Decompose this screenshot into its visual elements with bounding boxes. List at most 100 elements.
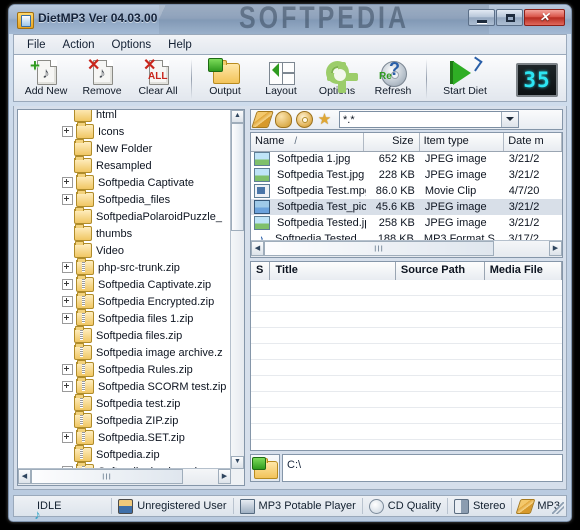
zip-icon [76,377,94,394]
tree-item-label: Softpedia files.zip [96,329,183,342]
tree-scroll-right-button[interactable]: ▶ [218,469,231,484]
toolbar-start-diet[interactable]: Start Diet [432,56,498,101]
job-grid-column-header[interactable]: Media File [485,262,562,280]
menu-options[interactable]: Options [105,37,159,53]
job-grid-body[interactable] [251,280,562,450]
file-list-row[interactable]: Softpedia Test_pic... 45.6 KB JPEG image 3/… [251,199,562,215]
tree-item[interactable]: Softpedia.SET.zip [18,428,231,446]
file-list-hscroll-thumb[interactable]: III [264,241,494,256]
maximize-button[interactable] [496,9,523,26]
softpedia-watermark: SOFTPEDIA [159,5,489,34]
file-size-cell: 258 KB [378,217,415,229]
job-grid-header[interactable]: S Title Source Path Media File [251,262,562,281]
expand-plus-icon[interactable] [62,364,73,375]
file-date-cell: 3/21/2 [508,169,540,181]
expand-plus-icon[interactable] [62,279,73,290]
menu-action[interactable]: Action [56,37,102,53]
tree-scroll-thumb[interactable] [231,123,244,231]
tree-item[interactable]: Softpedia files.zip [18,326,231,344]
file-list-rows[interactable]: Softpedia 1.jpg 652 KB JPEG image 3/21/2 Sof… [251,151,562,241]
file-list-scroll-left-button[interactable]: ◀ [251,241,264,256]
toolbar-output[interactable]: Output [197,58,253,101]
tree-item[interactable]: Softpedia Encrypted.zip [18,292,231,310]
minimize-button[interactable] [468,9,495,26]
tree-item[interactable]: Softpedia_files [18,190,231,208]
chevron-down-icon[interactable] [501,112,518,127]
tree-hscroll-thumb[interactable]: III [31,469,183,484]
expand-plus-icon[interactable] [62,126,73,137]
job-grid-column-header[interactable]: Title [270,262,396,280]
close-button[interactable]: ✕ [524,9,565,26]
tree-item[interactable]: Softpedia ZIP.zip [18,411,231,429]
toolbar-add-new[interactable]: ♪ + Add New [18,57,74,101]
file-type-cell: JPEG image [424,201,487,213]
job-grid-column-header[interactable]: Source Path [396,262,485,280]
tree-horizontal-scrollbar[interactable]: ◀ III ▶ [18,468,231,485]
zip-icon [76,309,94,326]
job-grid-column-header[interactable]: S [251,262,271,280]
menu-help[interactable]: Help [161,37,199,53]
tree-item[interactable]: Resampled [18,156,231,174]
tree-item[interactable]: php-src-trunk.zip [18,258,231,276]
file-list-column-header[interactable]: Size [364,133,420,151]
tree-item-label: New Folder [96,142,153,155]
folder-tree[interactable]: html Icons New Folder Resampled Softpedia Ca… [18,110,231,469]
tree-item[interactable]: New Folder [18,139,231,157]
tree-scroll-left-button[interactable]: ◀ [18,469,31,484]
file-list-row[interactable]: Softpedia Tested.jpg 258 KB JPEG image 3/21… [251,215,562,231]
expand-plus-icon[interactable] [62,177,73,188]
file-list-scroll-right-button[interactable]: ▶ [549,241,562,256]
tree-item[interactable]: thumbs [18,224,231,242]
file-list-column-header[interactable]: Item type [420,133,505,151]
tree-item[interactable]: Softpedia Captivate.zip [18,275,231,293]
file-list-column-header[interactable]: Name / [251,133,365,151]
tree-item[interactable]: Softpedia.zip [18,445,231,463]
tree-item[interactable]: Softpedia test.zip [18,394,231,412]
file-filter-combo[interactable]: *.* [339,111,519,128]
tree-item[interactable]: Softpedia Captivate [18,173,231,191]
tree-item[interactable]: Softpedia SCORM test.zip [18,377,231,395]
file-list-row[interactable]: Softpedia 1.jpg 652 KB JPEG image 3/21/2 [251,151,562,167]
expand-plus-icon[interactable] [62,194,73,205]
tree-item[interactable]: Softpedia files 1.zip [18,309,231,327]
output-path-value[interactable]: C:\ [282,454,563,482]
tree-item[interactable]: Softpedia image archive.z [18,343,231,361]
tree-scroll-up-button[interactable]: ▲ [231,110,244,123]
horn-icon[interactable] [275,111,292,128]
tree-item-label: php-src-trunk.zip [98,261,180,274]
file-list-header[interactable]: Name / Size Item type Date m [251,133,562,152]
expand-plus-icon[interactable] [62,313,73,324]
expand-plus-icon[interactable] [62,262,73,273]
expand-plus-icon[interactable] [62,296,73,307]
menu-file[interactable]: File [20,37,53,53]
expand-plus-icon[interactable] [62,432,73,443]
toolbar-options[interactable]: Options [309,58,365,101]
toolbar-clear-all[interactable]: ✕ ALL Clear All [130,58,186,101]
tree-item[interactable]: Video [18,241,231,259]
file-list-horizontal-scrollbar[interactable]: ◀ III ▶ [251,240,562,257]
file-list-row[interactable]: Softpedia Test.jpg 228 KB JPEG image 3/21/2 [251,167,562,183]
expand-plus-icon[interactable] [62,381,73,392]
toolbar-layout[interactable]: Layout [253,58,309,101]
tree-scroll-down-button[interactable]: ▼ [231,456,244,469]
tree-item[interactable]: Icons [18,122,231,140]
tree-item[interactable]: Softpedia Rules.zip [18,360,231,378]
clear-all-badge: ALL [148,71,168,82]
status-state: ♪ IDLE [14,498,113,521]
file-type-cell: JPEG image [424,217,487,229]
file-list-column-header[interactable]: Date m [504,133,562,151]
output-folder-button[interactable] [250,454,280,482]
file-list-row[interactable]: Softpedia Test.mpg 86.0 KB Movie Clip 4/7/2… [251,183,562,199]
tree-vertical-scrollbar[interactable]: ▲ ▼ [230,110,244,469]
star-icon[interactable]: ★ [317,112,332,127]
cd-icon[interactable] [296,111,313,128]
toolbar-refresh[interactable]: ? Re Refresh [365,58,421,101]
resize-grip[interactable] [552,502,564,514]
clear-all-icon: ✕ ALL [141,58,175,86]
tree-item[interactable]: html [18,110,231,123]
tree-item[interactable]: SoftpediaPolaroidPuzzle_ [18,207,231,225]
mp3-icon[interactable] [251,111,274,128]
toolbar-remove[interactable]: ♪ ✕ Remove [74,58,130,101]
